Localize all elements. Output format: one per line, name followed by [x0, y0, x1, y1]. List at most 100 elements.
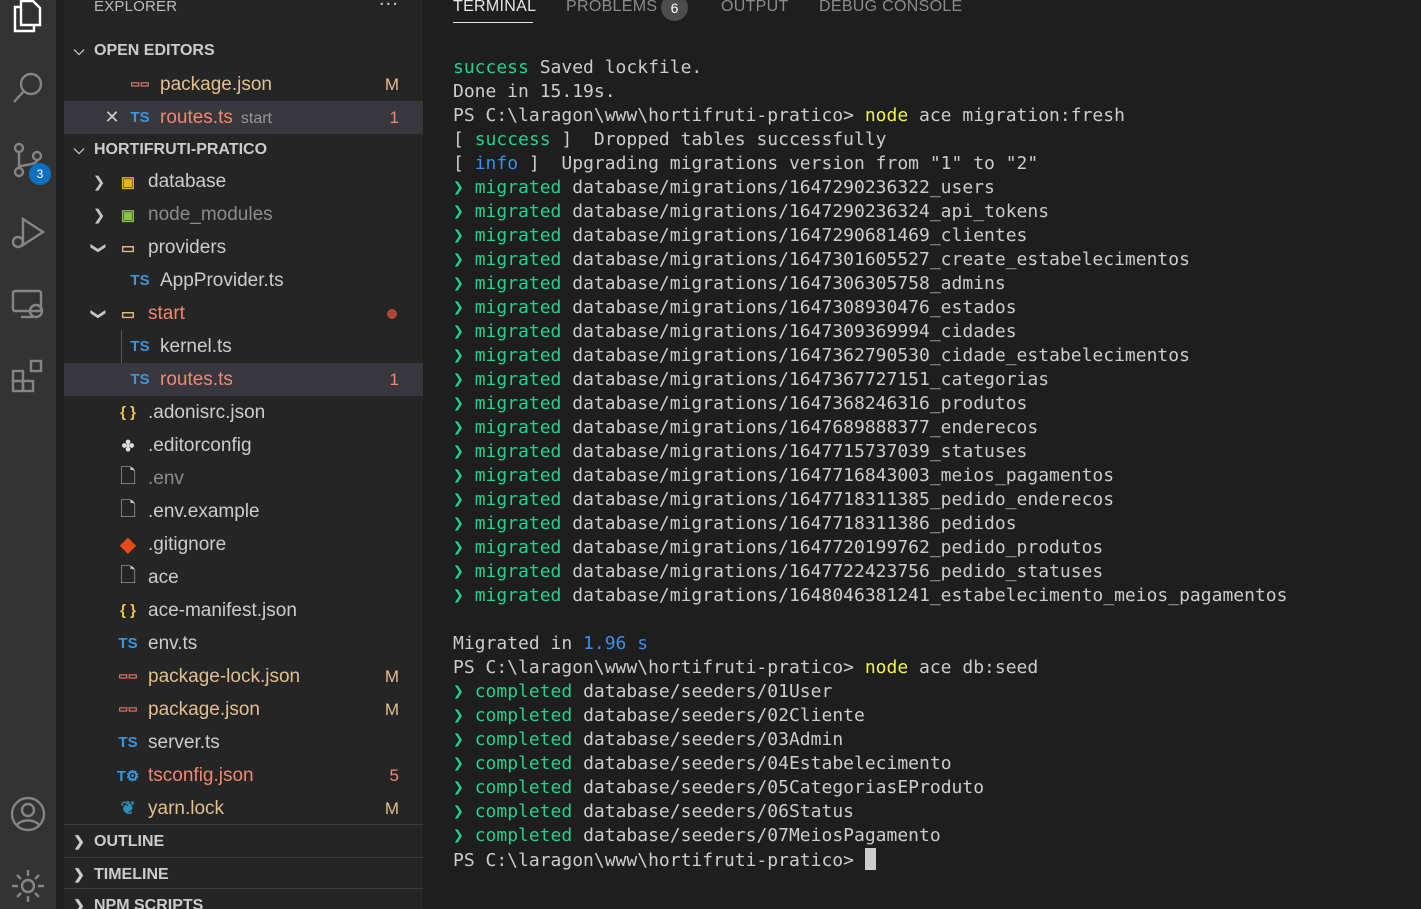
- tree-item-file-selected[interactable]: TS routes.ts 1: [64, 363, 423, 396]
- account-icon[interactable]: [8, 794, 48, 834]
- terminal-line: ❯ migrated database/migrations/164730160…: [453, 249, 1190, 270]
- tree-item-folder[interactable]: ❯ ▭ providers: [64, 231, 423, 264]
- tsconfig-icon: T⚙: [116, 767, 140, 785]
- timeline-header[interactable]: ❯ TIMELINE: [64, 857, 423, 891]
- problems-badge: 5: [389, 765, 399, 785]
- chevron-right-icon: ❯: [73, 866, 85, 882]
- terminal-line: ❯ completed database/seeders/07MeiosPaga…: [453, 825, 941, 846]
- ts-icon: TS: [130, 272, 150, 289]
- terminal-line: ❯ migrated database/migrations/164772242…: [453, 561, 1104, 582]
- modified-badge: M: [384, 798, 399, 818]
- outline-header[interactable]: ❯ OUTLINE: [64, 824, 423, 858]
- tree-item-file[interactable]: TS server.ts: [64, 726, 423, 759]
- chevron-down-icon: ⌵: [73, 141, 85, 157]
- terminal-line: ❯ completed database/seeders/01User: [453, 681, 833, 702]
- terminal-line: ❯ migrated database/migrations/164804638…: [453, 585, 1288, 606]
- chevron-down-icon: ❯: [90, 241, 107, 254]
- terminal-line: ❯ completed database/seeders/04Estabelec…: [453, 753, 952, 774]
- tab-terminal[interactable]: TERMINAL: [453, 0, 536, 16]
- file-icon: 🗋: [119, 465, 137, 488]
- problems-badge: 1: [389, 369, 399, 389]
- chevron-right-icon: ❯: [73, 897, 85, 909]
- terminal-line: ❯ migrated database/migrations/164771831…: [453, 513, 1017, 534]
- explorer-title: EXPLORER: [94, 0, 178, 15]
- ts-icon: TS: [118, 635, 138, 652]
- npm-scripts-header[interactable]: ❯ NPM SCRIPTS: [64, 888, 423, 909]
- file-icon: 🗋: [119, 564, 137, 587]
- terminal-line: ❯ migrated database/migrations/164771573…: [453, 441, 1028, 462]
- terminal-cursor: [864, 848, 876, 870]
- modified-badge: M: [384, 666, 399, 686]
- tree-item-file[interactable]: T⚙ tsconfig.json 5: [64, 759, 423, 792]
- extensions-icon[interactable]: [8, 356, 48, 396]
- tree-item-file[interactable]: ✤ .editorconfig: [64, 429, 423, 462]
- tree-item-file[interactable]: { } ace-manifest.json: [64, 594, 423, 627]
- tree-item-file[interactable]: 🗋 .env: [64, 462, 423, 495]
- terminal-line: ❯ migrated database/migrations/164736772…: [453, 369, 1050, 390]
- settings-gear-icon[interactable]: [8, 866, 48, 906]
- folder-open-icon: ▭: [120, 305, 136, 323]
- ts-icon: TS: [130, 338, 150, 355]
- terminal-line: ❯ migrated database/migrations/164771684…: [453, 465, 1115, 486]
- tree-item-folder[interactable]: ❯ ▭ start: [64, 297, 423, 330]
- tree-item-file[interactable]: TS AppProvider.ts: [64, 264, 423, 297]
- chevron-right-icon: ❯: [73, 833, 85, 849]
- terminal-line: PS C:\laragon\www\hortifruti-pratico> no…: [453, 105, 1125, 126]
- tree-item-file[interactable]: ▭▭ package.json M: [64, 693, 423, 726]
- tree-item-file[interactable]: TS env.ts: [64, 627, 423, 660]
- chevron-down-icon: ❯: [90, 307, 107, 320]
- tab-problems[interactable]: PROBLEMS: [566, 0, 657, 16]
- run-debug-icon[interactable]: [8, 212, 48, 252]
- tree-item-file[interactable]: 🗋 .env.example: [64, 495, 423, 528]
- explorer-icon[interactable]: [8, 0, 48, 36]
- tree-item-file[interactable]: 🗋 ace: [64, 561, 423, 594]
- tree-item-file[interactable]: ❦ yarn.lock M: [64, 792, 423, 825]
- terminal-line: ❯ completed database/seeders/02Cliente: [453, 705, 865, 726]
- terminal-line: [ success ] Dropped tables successfully: [453, 129, 887, 150]
- yarn-icon: ❦: [120, 798, 136, 818]
- terminal-line: Migrated in 1.96 s: [453, 633, 649, 654]
- open-editor-item-active[interactable]: ✕ TS routes.ts start 1: [64, 101, 423, 134]
- npm-icon: ▭▭: [118, 671, 138, 682]
- search-icon[interactable]: [8, 68, 48, 108]
- terminal-output[interactable]: success Saved lockfile. Done in 15.19s. PS…: [453, 56, 1287, 872]
- open-editor-item[interactable]: ▭▭ package.json M: [64, 68, 423, 101]
- terminal-line: ❯ migrated database/migrations/164771831…: [453, 489, 1115, 510]
- tree-item-folder[interactable]: ❯ ▣ database: [64, 165, 423, 198]
- remote-explorer-icon[interactable]: [8, 284, 48, 324]
- tree-item-file[interactable]: ◆ .gitignore: [64, 528, 423, 561]
- terminal-line: Done in 15.19s.: [453, 81, 616, 102]
- terminal-line: success Saved lockfile.: [453, 57, 703, 78]
- terminal-line: ❯ migrated database/migrations/164730630…: [453, 273, 1006, 294]
- problems-count-badge: 6: [661, 0, 688, 21]
- git-icon: ◆: [120, 534, 136, 556]
- terminal-line: ❯ migrated database/migrations/164729023…: [453, 201, 1050, 222]
- close-icon[interactable]: ✕: [100, 107, 124, 129]
- terminal-line: ❯ migrated database/migrations/164768988…: [453, 417, 1039, 438]
- modified-dot: [387, 308, 397, 319]
- tab-output[interactable]: OUTPUT: [721, 0, 789, 16]
- terminal-prompt-line[interactable]: PS C:\laragon\www\hortifruti-pratico>: [453, 848, 1287, 872]
- modified-badge: M: [384, 699, 399, 719]
- file-icon: 🗋: [119, 498, 137, 521]
- npm-icon: ▭▭: [118, 704, 138, 715]
- more-actions-button[interactable]: ···: [379, 0, 399, 15]
- tree-item-file[interactable]: TS kernel.ts: [64, 330, 423, 363]
- ts-icon: TS: [118, 734, 138, 751]
- tree-item-file[interactable]: ▭▭ package-lock.json M: [64, 660, 423, 693]
- tree-item-folder[interactable]: ❯ ▣ node_modules: [64, 198, 423, 231]
- folder-node-icon: ▣: [120, 206, 136, 224]
- problems-badge: 1: [389, 107, 399, 127]
- tree-item-file[interactable]: { } .adonisrc.json: [64, 396, 423, 429]
- terminal-line: [ info ] Upgrading migrations version fr…: [453, 153, 1039, 174]
- terminal-line: ❯ migrated database/migrations/164729023…: [453, 177, 995, 198]
- terminal-line: ❯ completed database/seeders/05Categoria…: [453, 777, 985, 798]
- open-editors-header[interactable]: ⌵ OPEN EDITORS: [64, 34, 423, 67]
- project-header[interactable]: ⌵ HORTIFRUTI-PRATICO: [64, 133, 423, 166]
- terminal-line: ❯ migrated database/migrations/164772019…: [453, 537, 1104, 558]
- tab-debug-console[interactable]: DEBUG CONSOLE: [819, 0, 963, 16]
- json-braces-icon: { }: [120, 602, 136, 619]
- terminal-line: ❯ migrated database/migrations/164736824…: [453, 393, 1028, 414]
- folder-open-icon: ▭: [120, 239, 136, 257]
